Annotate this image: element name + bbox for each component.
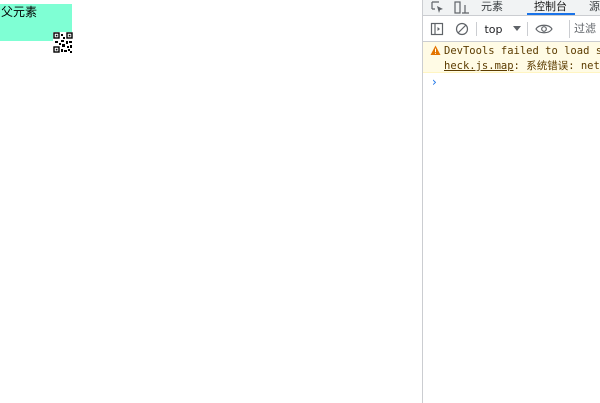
clear-console-icon[interactable] xyxy=(454,20,470,38)
context-selector[interactable]: top xyxy=(483,20,523,38)
dropdown-arrow-icon xyxy=(512,26,521,31)
warning-icon xyxy=(430,45,441,55)
device-toolbar-icon[interactable] xyxy=(453,0,471,15)
toolbar-separator xyxy=(527,22,528,36)
devtools-tab-bar: 元素 控制台 源 xyxy=(423,0,600,16)
parent-element-label: 父元素 xyxy=(1,5,38,19)
context-selector-value: top xyxy=(484,22,503,36)
warning-text-line2: heck.js.map: 系统错误: net xyxy=(444,58,600,73)
live-expression-eye-icon[interactable] xyxy=(533,20,555,38)
warning-error-detail: : 系统错误: net xyxy=(513,60,600,72)
filter-placeholder: 过滤 xyxy=(574,22,596,35)
console-warning-message: DevTools failed to load so heck.js.map: … xyxy=(423,42,600,73)
toolbar-separator xyxy=(476,22,477,36)
source-map-link[interactable]: heck.js.map xyxy=(444,60,514,72)
sidebar-toggle-icon[interactable] xyxy=(429,20,445,38)
console-prompt[interactable]: › xyxy=(423,73,600,91)
tab-sources[interactable]: 源 xyxy=(589,0,600,15)
active-tab-indicator xyxy=(527,13,575,15)
page-viewport: 父元素 xyxy=(0,0,422,403)
tab-elements[interactable]: 元素 xyxy=(481,0,503,15)
qr-code-image xyxy=(53,32,73,54)
devtools-panel: 元素 控制台 源 top 过滤 DevTools failed to load … xyxy=(422,0,600,403)
inspect-element-icon[interactable] xyxy=(429,0,445,15)
console-toolbar: top 过滤 xyxy=(423,16,600,42)
prompt-chevron-icon: › xyxy=(432,75,437,89)
warning-text: DevTools failed to load so xyxy=(444,45,600,57)
console-filter-input[interactable]: 过滤 xyxy=(569,20,600,38)
